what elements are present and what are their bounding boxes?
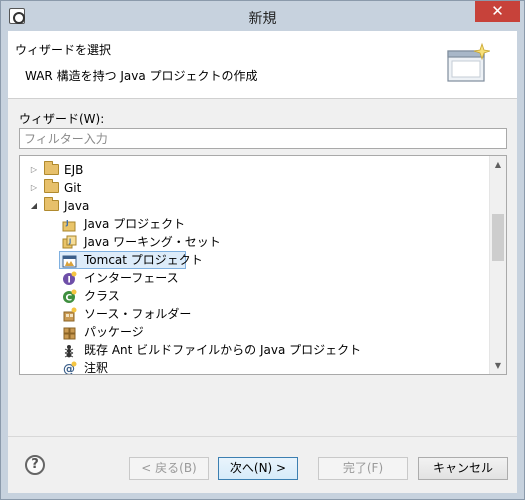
cancel-button[interactable]: キャンセル [418,457,508,480]
tree-item-annotation[interactable]: @ 注釈 [20,359,490,375]
expand-arrow-icon[interactable]: ▷ [29,161,39,179]
filter-input[interactable] [19,128,507,149]
tree-item-package[interactable]: パッケージ [20,323,490,341]
tree-item-source-folder[interactable]: ソース・フォルダー [20,305,490,323]
collapse-arrow-icon[interactable]: ◢ [29,197,39,215]
tree-item-interface[interactable]: I インターフェース [20,269,490,287]
svg-text:J: J [68,238,71,245]
tree-vertical-scrollbar[interactable]: ▲ ▼ [489,156,506,374]
working-set-icon: J [62,235,77,249]
tree-item-tomcat-project[interactable]: Tomcat プロジェクト [20,251,490,269]
tree-node-java[interactable]: ◢ Java [20,197,490,215]
window-title: 新規 [248,11,277,27]
tree-item-ant-java-project[interactable]: 既存 Ant ビルドファイルからの Java プロジェクト [20,341,490,359]
tree-item-working-set[interactable]: J Java ワーキング・セット [20,233,490,251]
scroll-thumb[interactable] [492,214,504,261]
back-button[interactable]: < 戻る(B) [129,457,209,480]
source-folder-icon [63,307,77,322]
tree-item-label: クラス [84,289,120,303]
wizard-label: ウィザード(W): [19,112,105,126]
annotation-icon: @ [63,361,77,374]
next-button[interactable]: 次へ(N) > [218,457,298,480]
svg-text:J: J [65,219,69,227]
wizard-banner: ウィザードを選択 WAR 構造を持つ Java プロジェクトの作成 [8,31,517,99]
tree-node-label: Git [64,181,82,195]
finish-button[interactable]: 完了(F) [318,457,408,480]
scroll-up-arrow-icon[interactable]: ▲ [490,156,506,173]
tree-node-git[interactable]: ▷ Git [20,179,490,197]
dialog-client-area: ウィザードを選択 WAR 構造を持つ Java プロジェクトの作成 ウィザード(… [8,31,517,493]
ant-icon [64,345,74,358]
folder-icon [44,161,59,175]
tree-item-label: Java プロジェクト [84,217,186,231]
new-wizard-banner-icon [447,42,490,82]
wizard-tree[interactable]: ▷ EJB ▷ Git ◢ Java J Java プロジェクト J Java … [19,155,507,375]
title-bar[interactable]: 新規 ✕ [1,1,524,31]
new-wizard-window: 新規 ✕ ウィザードを選択 WAR 構造を持つ Java プロジェクトの作成 ウ… [0,0,525,500]
tree-node-label: EJB [64,163,84,177]
tree-item-label: パッケージ [84,325,144,339]
svg-text:I: I [68,276,71,286]
tree-item-class[interactable]: C クラス [20,287,490,305]
tree-item-label: ソース・フォルダー [84,307,192,321]
close-button[interactable]: ✕ [475,1,520,22]
tree-item-label: Tomcat プロジェクト [84,253,203,267]
tree-node-label: Java [64,199,90,213]
scroll-down-arrow-icon[interactable]: ▼ [490,357,506,374]
tree-node-ejb[interactable]: ▷ EJB [20,161,490,179]
button-bar-separator [8,436,517,437]
folder-icon [44,179,59,193]
tree-item-label: Java ワーキング・セット [84,235,221,249]
class-icon: C [63,289,77,304]
tree-item-java-project[interactable]: J Java プロジェクト [20,215,490,233]
svg-text:C: C [66,294,73,304]
package-icon [63,327,76,340]
banner-description: WAR 構造を持つ Java プロジェクトの作成 [25,69,258,83]
tomcat-project-icon [62,255,77,268]
tree-item-label: 既存 Ant ビルドファイルからの Java プロジェクト [84,343,362,357]
expand-arrow-icon[interactable]: ▷ [29,179,39,197]
interface-icon: I [63,271,77,286]
open-folder-icon [44,197,59,211]
banner-title: ウィザードを選択 [15,43,112,57]
tree-item-label: インターフェース [84,271,179,285]
help-icon[interactable]: ? [25,455,45,475]
tree-item-label: 注釈 [84,361,109,375]
java-project-icon: J [62,219,76,232]
